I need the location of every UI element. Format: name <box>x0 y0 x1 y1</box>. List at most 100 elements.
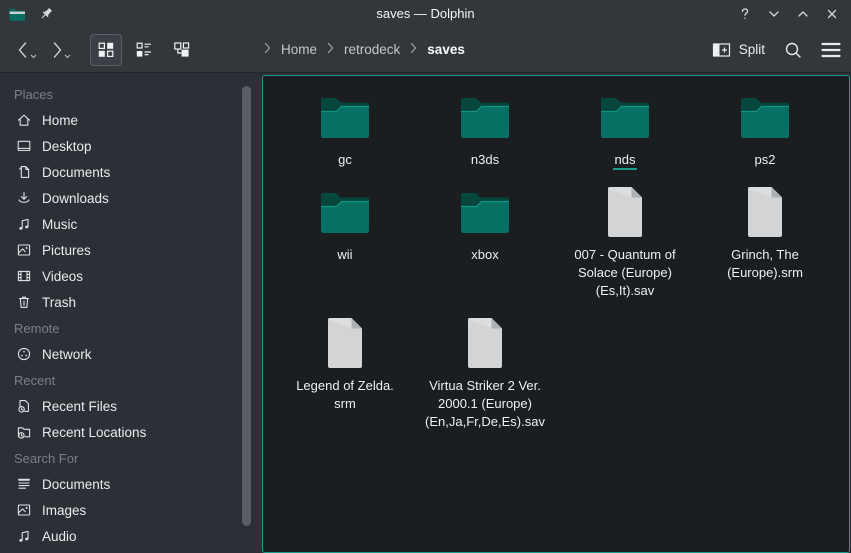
sidebar-item-label: Recent Locations <box>42 425 146 440</box>
sidebar-item-music[interactable]: Music <box>0 211 262 237</box>
icons-view-button[interactable] <box>90 34 122 66</box>
breadcrumb-item-home[interactable]: Home <box>281 42 317 57</box>
app-folder-icon <box>8 6 26 22</box>
item-label: ps2 <box>755 151 776 169</box>
places-panel: PlacesHomeDesktopDocumentsDownloadsMusic… <box>0 73 262 553</box>
titlebar: saves — Dolphin <box>0 0 851 27</box>
folder-icon <box>597 88 653 146</box>
sidebar-item-desktop[interactable]: Desktop <box>0 133 262 159</box>
folder-icon <box>457 183 513 241</box>
file-icon <box>464 314 506 372</box>
sidebar-item-documents[interactable]: Documents <box>0 471 262 497</box>
sidebar-item-recent-files[interactable]: Recent Files <box>0 393 262 419</box>
pin-icon[interactable] <box>38 6 54 22</box>
help-button[interactable] <box>734 3 756 25</box>
folder-icon <box>317 183 373 241</box>
item-label: nds <box>613 151 638 169</box>
breadcrumb-item-retrodeck[interactable]: retrodeck <box>344 42 400 57</box>
view-mode-group <box>90 34 198 66</box>
music-note-icon <box>16 528 32 544</box>
sidebar-section-recent: Recent <box>0 367 262 393</box>
image-icon <box>16 502 32 518</box>
film-icon <box>16 268 32 284</box>
sidebar-item-label: Documents <box>42 477 110 492</box>
sidebar-item-label: Images <box>42 503 86 518</box>
details-view-button[interactable] <box>128 34 160 66</box>
sidebar-item-audio[interactable]: Audio <box>0 523 262 549</box>
folder-item-ps2[interactable]: ps2 <box>695 88 835 169</box>
item-label: Virtua Striker 2 Ver.2000.1 (Europe)(En,… <box>425 377 545 431</box>
hamburger-menu-icon[interactable] <box>821 42 841 58</box>
image-icon <box>16 242 32 258</box>
folder-item-xbox[interactable]: xbox <box>415 183 555 300</box>
music-note-icon <box>16 216 32 232</box>
document-icon <box>16 164 32 180</box>
item-label: gc <box>338 151 352 169</box>
recent-files-icon <box>16 398 32 414</box>
file-item-legend-of-zelda[interactable]: Legend of Zelda.srm <box>275 314 415 431</box>
file-item-virtua-striker-2-ver[interactable]: Virtua Striker 2 Ver.2000.1 (Europe)(En,… <box>415 314 555 431</box>
sidebar-item-label: Downloads <box>42 191 109 206</box>
file-item-grinch-the[interactable]: Grinch, The(Europe).srm <box>695 183 835 300</box>
sidebar-item-label: Music <box>42 217 77 232</box>
split-button[interactable]: Split <box>712 42 765 58</box>
dolphin-window: saves — Dolphin <box>0 0 851 553</box>
back-button[interactable] <box>8 34 38 66</box>
split-view-icon <box>712 42 731 58</box>
sidebar-item-label: Documents <box>42 165 110 180</box>
minimize-button[interactable] <box>763 3 785 25</box>
breadcrumb-separator-icon <box>263 42 272 57</box>
desktop-icon <box>16 138 32 154</box>
folder-item-nds[interactable]: nds <box>555 88 695 169</box>
sidebar-scrollbar[interactable] <box>242 86 251 526</box>
forward-dropdown-icon[interactable] <box>64 46 71 64</box>
trash-icon <box>16 294 32 310</box>
folder-icon <box>457 88 513 146</box>
forward-button[interactable] <box>42 34 72 66</box>
folder-icon <box>737 88 793 146</box>
back-dropdown-icon[interactable] <box>30 46 37 64</box>
item-label: 007 - Quantum ofSolace (Europe)(Es,It).s… <box>574 246 675 300</box>
tree-view-button[interactable] <box>166 34 198 66</box>
item-label: xbox <box>471 246 498 264</box>
search-icon[interactable] <box>783 40 803 60</box>
item-label: Grinch, The(Europe).srm <box>727 246 803 282</box>
sidebar-section-search-for: Search For <box>0 445 262 471</box>
sidebar-item-label: Network <box>42 347 92 362</box>
sidebar-item-label: Recent Files <box>42 399 117 414</box>
sidebar-item-label: Videos <box>42 269 83 284</box>
close-icon[interactable] <box>821 3 843 25</box>
sidebar-item-recent-locations[interactable]: Recent Locations <box>0 419 262 445</box>
item-label: n3ds <box>471 151 499 169</box>
breadcrumb-item-saves[interactable]: saves <box>427 42 465 57</box>
network-icon <box>16 346 32 362</box>
sidebar-item-trash[interactable]: Trash <box>0 289 262 315</box>
file-icon <box>744 183 786 241</box>
text-lines-icon <box>16 476 32 492</box>
sidebar-item-home[interactable]: Home <box>0 107 262 133</box>
recent-locations-icon <box>16 424 32 440</box>
sidebar-item-documents[interactable]: Documents <box>0 159 262 185</box>
split-label: Split <box>739 42 765 57</box>
sidebar-item-label: Pictures <box>42 243 91 258</box>
folder-item-gc[interactable]: gc <box>275 88 415 169</box>
folder-icon <box>317 88 373 146</box>
folder-view[interactable]: gc n3ds nds ps2 wii xbox 007 - Quantum o… <box>262 75 850 553</box>
folder-item-wii[interactable]: wii <box>275 183 415 300</box>
maximize-button[interactable] <box>792 3 814 25</box>
file-item-007-quantum-of[interactable]: 007 - Quantum ofSolace (Europe)(Es,It).s… <box>555 183 695 300</box>
toolbar: Home retrodeck saves Split <box>0 27 851 73</box>
sidebar-item-downloads[interactable]: Downloads <box>0 185 262 211</box>
sidebar-item-pictures[interactable]: Pictures <box>0 237 262 263</box>
sidebar-section-remote: Remote <box>0 315 262 341</box>
sidebar-item-network[interactable]: Network <box>0 341 262 367</box>
window-title: saves — Dolphin <box>0 6 851 21</box>
sidebar-item-videos[interactable]: Videos <box>0 263 262 289</box>
item-label: Legend of Zelda.srm <box>296 377 394 413</box>
file-icon <box>324 314 366 372</box>
folder-item-n3ds[interactable]: n3ds <box>415 88 555 169</box>
sidebar-item-images[interactable]: Images <box>0 497 262 523</box>
sidebar-item-label: Audio <box>42 529 77 544</box>
home-icon <box>16 112 32 128</box>
sidebar-item-label: Home <box>42 113 78 128</box>
